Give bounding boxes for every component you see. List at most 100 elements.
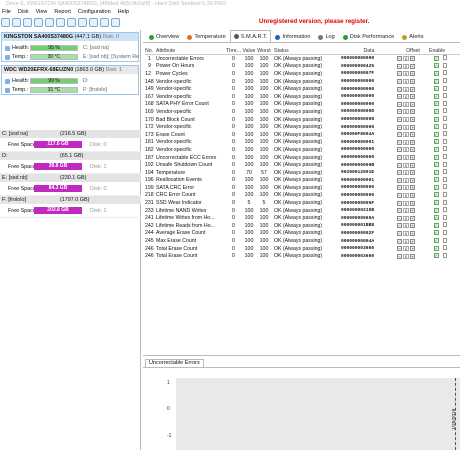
minus-icon[interactable]: − bbox=[397, 230, 402, 236]
col-value[interactable]: Value bbox=[242, 48, 256, 54]
table-row[interactable]: 241 Lifetime Writes from Ho... 0 100 100 OK (… bbox=[145, 214, 460, 222]
minus-icon[interactable]: − bbox=[397, 117, 402, 123]
plus-icon[interactable]: + bbox=[410, 192, 415, 198]
offset-value[interactable]: 0 bbox=[403, 223, 409, 229]
table-row[interactable]: 12 Power Cycles 0 100 100 OK (Always passing)… bbox=[145, 70, 460, 78]
menu-file[interactable]: File bbox=[2, 9, 11, 15]
enable-checkbox[interactable]: ✓ bbox=[433, 116, 439, 122]
help-icon[interactable] bbox=[100, 18, 109, 27]
enable-checkbox[interactable]: ✓ bbox=[433, 184, 439, 190]
minus-icon[interactable]: − bbox=[397, 86, 402, 92]
table-row[interactable]: 246 Total Erase Count 0 100 100 OK (Always pa… bbox=[145, 252, 460, 260]
plus-icon[interactable]: + bbox=[410, 56, 415, 62]
offset-value[interactable]: 0 bbox=[403, 132, 409, 138]
plus-icon[interactable]: + bbox=[410, 79, 415, 85]
plus-icon[interactable]: + bbox=[410, 117, 415, 123]
offset-value[interactable]: 0 bbox=[403, 192, 409, 198]
plus-icon[interactable]: + bbox=[410, 246, 415, 252]
offset-value[interactable]: 0 bbox=[403, 79, 409, 85]
plus-icon[interactable]: + bbox=[410, 215, 415, 221]
col-no[interactable]: No. bbox=[145, 48, 153, 54]
offset-value[interactable]: 0 bbox=[403, 56, 409, 62]
offset-value[interactable]: 0 bbox=[403, 238, 409, 244]
menu-report[interactable]: Report bbox=[54, 9, 71, 15]
minus-icon[interactable]: − bbox=[397, 71, 402, 77]
offset-value[interactable]: 0 bbox=[403, 185, 409, 191]
minus-icon[interactable]: − bbox=[397, 177, 402, 183]
enable-checkbox[interactable]: ✓ bbox=[433, 222, 439, 228]
plus-icon[interactable]: + bbox=[410, 109, 415, 115]
offset-value[interactable]: 0 bbox=[403, 63, 409, 69]
unregistered-warning[interactable]: Unregistered version, please register. bbox=[259, 18, 369, 25]
graph-tab[interactable]: Uncorrectable Errors bbox=[145, 359, 204, 367]
menu-help[interactable]: Help bbox=[118, 9, 129, 15]
tab-temperature[interactable]: Temperature bbox=[183, 31, 229, 42]
minus-icon[interactable]: − bbox=[397, 56, 402, 62]
offset-value[interactable]: 0 bbox=[403, 117, 409, 123]
plus-icon[interactable]: + bbox=[410, 162, 415, 168]
table-row[interactable]: 199 SATA CRC Error 0 100 100 OK (Always passi… bbox=[145, 184, 460, 192]
table-row[interactable]: 173 Erase Count 0 100 100 OK (Always passing)… bbox=[145, 131, 460, 139]
tab-log[interactable]: Log bbox=[314, 31, 338, 42]
plus-icon[interactable]: + bbox=[410, 147, 415, 153]
log-icon[interactable] bbox=[56, 18, 65, 27]
minus-icon[interactable]: − bbox=[397, 215, 402, 221]
table-row[interactable]: 168 SATA PHY Error Count 0 100 100 OK (Always… bbox=[145, 100, 460, 109]
volume-item[interactable]: F: [frololo] (1797.0 GB) Free Space 203.8… bbox=[0, 196, 141, 218]
minus-icon[interactable]: − bbox=[397, 155, 402, 161]
enable-checkbox[interactable]: ✓ bbox=[433, 162, 439, 168]
table-row[interactable]: 187 Uncorrectable ECC Errors 0 100 100 OK (Al… bbox=[145, 154, 460, 162]
plus-icon[interactable]: + bbox=[410, 71, 415, 77]
offset-value[interactable]: 0 bbox=[403, 170, 409, 176]
offset-value[interactable]: 0 bbox=[403, 124, 409, 130]
plus-icon[interactable]: + bbox=[410, 94, 415, 100]
tab-smart[interactable]: S.M.A.R.T. bbox=[229, 30, 272, 42]
plus-icon[interactable]: + bbox=[410, 101, 415, 107]
col-threshold[interactable]: Thre... bbox=[225, 48, 242, 54]
minus-icon[interactable]: − bbox=[397, 223, 402, 229]
email-icon[interactable] bbox=[67, 18, 76, 27]
plus-icon[interactable]: + bbox=[410, 86, 415, 92]
enable-checkbox[interactable]: ✓ bbox=[433, 124, 439, 130]
tab-information[interactable]: Information bbox=[271, 31, 314, 42]
help-icon-2[interactable] bbox=[111, 18, 120, 27]
col-offset[interactable]: Offset bbox=[397, 48, 429, 54]
table-row[interactable]: 9 Power On Hours 0 100 100 OK (Always passing… bbox=[145, 62, 460, 71]
table-row[interactable]: 244 Average Erase Count 0 100 100 OK (Always … bbox=[145, 229, 460, 238]
minus-icon[interactable]: − bbox=[397, 147, 402, 153]
menu-disk[interactable]: Disk bbox=[18, 9, 29, 15]
volume-item[interactable]: C: [ssd na] (216.5 GB) Free Space 117.6 G… bbox=[0, 130, 141, 152]
plus-icon[interactable]: + bbox=[410, 170, 415, 176]
table-row[interactable]: 167 Vendor-specific 0 100 100 OK (Always pass… bbox=[145, 93, 460, 101]
offset-value[interactable]: 0 bbox=[403, 246, 409, 252]
table-row[interactable]: 194 Temperature 0 70 57 OK (Always passing) 00… bbox=[145, 169, 460, 177]
enable-checkbox[interactable]: ✓ bbox=[433, 55, 439, 61]
table-row[interactable]: 148 Vendor-specific 0 100 100 OK (Always pass… bbox=[145, 78, 460, 86]
enable-checkbox[interactable]: ✓ bbox=[433, 78, 439, 84]
enable-checkbox[interactable]: ✓ bbox=[433, 238, 439, 244]
enable-checkbox[interactable]: ✓ bbox=[433, 63, 439, 69]
minus-icon[interactable]: − bbox=[397, 208, 402, 214]
enable-checkbox[interactable]: ✓ bbox=[433, 154, 439, 160]
minus-icon[interactable]: − bbox=[397, 79, 402, 85]
tab-alerts[interactable]: Alerts bbox=[398, 31, 427, 42]
minus-icon[interactable]: − bbox=[397, 132, 402, 138]
enable-checkbox[interactable]: ✓ bbox=[433, 169, 439, 175]
minus-icon[interactable]: − bbox=[397, 200, 402, 206]
col-status[interactable]: Status bbox=[272, 48, 339, 54]
enable-checkbox[interactable]: ✓ bbox=[433, 207, 439, 213]
plus-icon[interactable]: + bbox=[410, 177, 415, 183]
settings-icon[interactable] bbox=[45, 18, 54, 27]
table-row[interactable]: 218 CRC Error Count 0 100 100 OK (Always pass… bbox=[145, 191, 460, 200]
enable-checkbox[interactable]: ✓ bbox=[433, 146, 439, 152]
plus-icon[interactable]: + bbox=[410, 200, 415, 206]
enable-checkbox[interactable]: ✓ bbox=[433, 86, 439, 92]
minus-icon[interactable]: − bbox=[397, 94, 402, 100]
table-row[interactable]: 231 SSD Wear Indicator 0 5 5 OK (Always passi… bbox=[145, 199, 460, 207]
col-attribute[interactable]: Attribute bbox=[153, 48, 225, 54]
offset-value[interactable]: 0 bbox=[403, 200, 409, 206]
minus-icon[interactable]: − bbox=[397, 185, 402, 191]
volume-item[interactable]: E: [ssd nb] (230.1 GB) Free Space 84.3 GB… bbox=[0, 174, 141, 196]
plus-icon[interactable]: + bbox=[410, 139, 415, 145]
table-row[interactable]: 172 Vendor-specific 0 100 100 OK (Always pass… bbox=[145, 123, 460, 131]
